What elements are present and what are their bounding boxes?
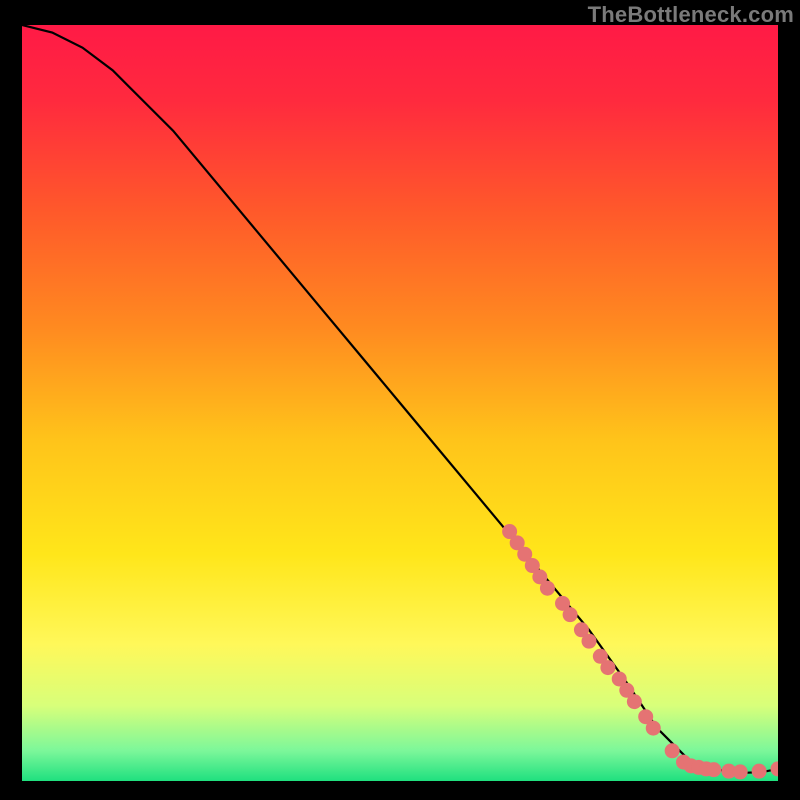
data-marker: [646, 721, 661, 736]
data-marker: [706, 762, 721, 777]
data-marker: [733, 764, 748, 779]
chart-svg: [22, 25, 778, 781]
data-marker: [627, 694, 642, 709]
data-marker: [540, 581, 555, 596]
data-marker: [600, 660, 615, 675]
data-marker: [582, 634, 597, 649]
data-marker: [752, 764, 767, 779]
plot-area: [22, 25, 778, 781]
data-marker: [665, 743, 680, 758]
chart-container: TheBottleneck.com: [0, 0, 800, 800]
data-marker: [563, 607, 578, 622]
